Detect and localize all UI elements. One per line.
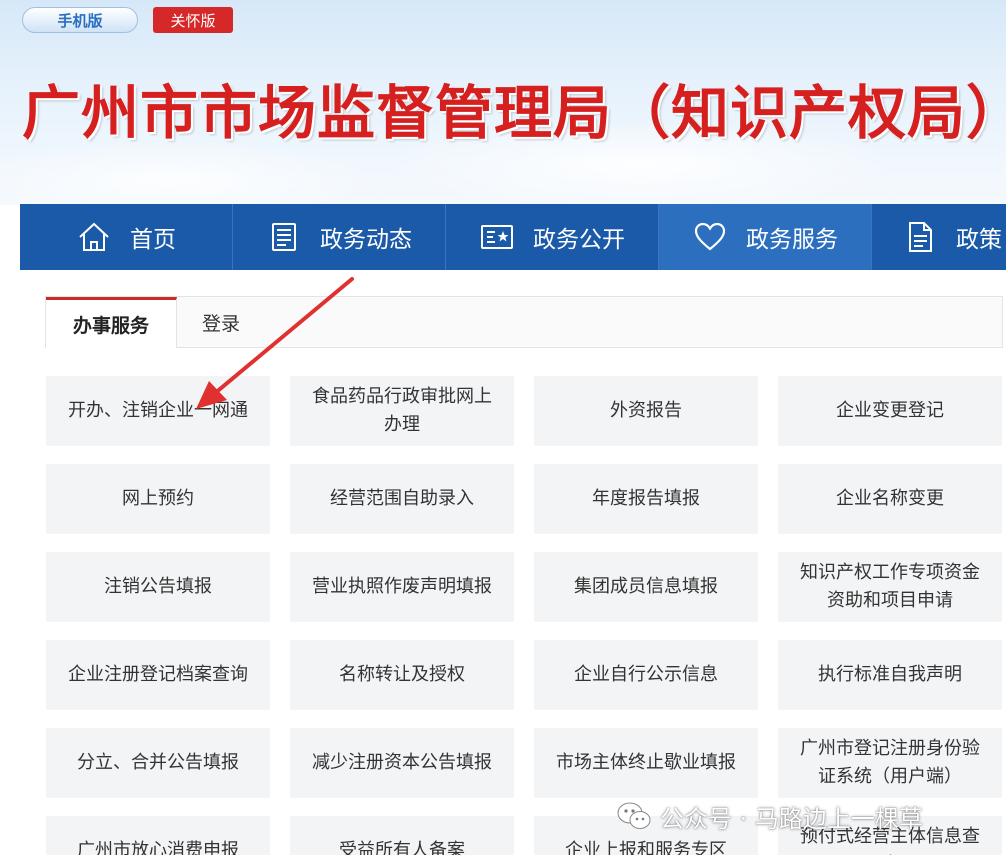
service-item[interactable]: 集团成员信息填报 [534,552,758,622]
mobile-version-button[interactable]: 手机版 [22,7,138,33]
service-item[interactable]: 食品药品行政审批网上办理 [290,376,514,446]
wechat-icon [617,802,651,829]
service-item[interactable]: 受益所有人备案 [290,816,514,855]
nav-item-label: 政务服务 [746,227,838,253]
disclosure-icon [481,225,513,249]
nav-item-services[interactable]: 政务服务 [659,204,872,270]
service-item[interactable]: 分立、合并公告填报 [46,728,270,798]
service-item[interactable]: 广州市登记注册身份验证系统（用户端） [778,728,1002,798]
watermark: 公众号 · 马路边上一棵草 [616,798,923,834]
nav-item-label: 首页 [130,227,176,253]
service-item[interactable]: 广州市放心消费申报 [46,816,270,855]
nav-item-label: 政务动态 [320,227,412,253]
service-item[interactable]: 市场主体终止歇业填报 [534,728,758,798]
care-version-button[interactable]: 关怀版 [153,7,233,33]
service-grid: 开办、注销企业一网通 食品药品行政审批网上办理 外资报告 企业变更登记 网上预约… [46,376,1002,855]
header-banner: 手机版 关怀版 广州市市场监督管理局（知识产权局） [0,0,1006,205]
tab-login[interactable]: 登录 [177,297,265,348]
service-item[interactable]: 企业名称变更 [778,464,1002,534]
service-item[interactable]: 企业自行公示信息 [534,640,758,710]
nav-item-policy[interactable]: 政策 [872,204,1006,270]
heart-icon [694,222,726,251]
service-item[interactable]: 年度报告填报 [534,464,758,534]
home-icon [79,222,109,251]
site-title: 广州市市场监督管理局（知识产权局） [22,79,1006,147]
service-item[interactable]: 开办、注销企业一网通 [46,376,270,446]
service-item[interactable]: 执行标准自我声明 [778,640,1002,710]
nav-item-label: 政务公开 [533,227,625,253]
tab-services[interactable]: 办事服务 [46,297,177,348]
service-item[interactable]: 网上预约 [46,464,270,534]
service-item[interactable]: 名称转让及授权 [290,640,514,710]
service-item[interactable]: 企业变更登记 [778,376,1002,446]
news-icon [272,223,296,251]
service-item[interactable]: 减少注册资本公告填报 [290,728,514,798]
watermark-text: 公众号 · 马路边上一棵草 [660,804,923,833]
nav-item-label: 政策 [956,227,1002,253]
service-item[interactable]: 经营范围自助录入 [290,464,514,534]
service-item[interactable]: 外资报告 [534,376,758,446]
nav-item-home[interactable]: 首页 [20,204,233,270]
service-tabs: 办事服务 登录 [45,296,1003,348]
service-item[interactable]: 营业执照作废声明填报 [290,552,514,622]
main-nav: 首页 政务动态 政务公开 政务服务 政策 [20,204,1006,270]
service-item[interactable]: 知识产权工作专项资金资助和项目申请 [778,552,1002,622]
nav-item-disclosure[interactable]: 政务公开 [446,204,659,270]
nav-item-news[interactable]: 政务动态 [233,204,446,270]
service-item[interactable]: 注销公告填报 [46,552,270,622]
document-icon [909,222,932,252]
service-item[interactable]: 企业注册登记档案查询 [46,640,270,710]
